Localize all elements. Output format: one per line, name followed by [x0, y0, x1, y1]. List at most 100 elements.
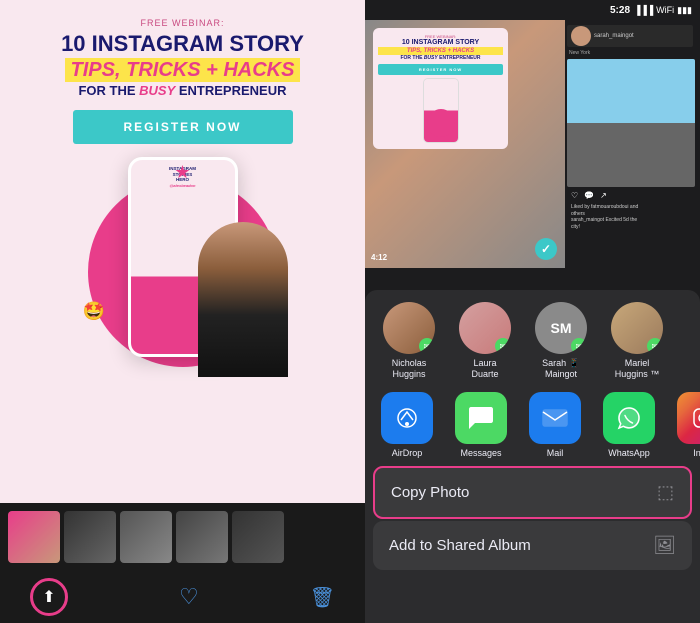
selected-checkmark: ✓: [535, 238, 557, 260]
contact-item-mariel[interactable]: ✉ MarielHuggins ™: [601, 302, 673, 380]
bridge-image: [567, 59, 695, 187]
title-line1: 10 INSTAGRAM STORY: [61, 32, 304, 56]
star-icon: ★: [174, 162, 190, 183]
copy-photo-action[interactable]: Copy Photo ⬚: [373, 466, 692, 519]
app-item-airdrop[interactable]: AirDrop: [373, 392, 441, 458]
share-icon: ⬆: [42, 587, 55, 607]
contact-item-laura[interactable]: ✉ LauraDuarte: [449, 302, 521, 380]
status-icons: ▐▐▐ WiFi ▮▮▮: [634, 5, 692, 16]
card-pink-circle: [427, 109, 455, 137]
app-item-mail[interactable]: Mail: [521, 392, 589, 458]
copy-photo-label: Copy Photo: [391, 484, 469, 501]
main-post-container: FREE WEBINAR: 10 INSTAGRAM STORY TIPS, T…: [365, 20, 565, 290]
message-icon: ✉: [500, 342, 507, 351]
contact-avatar-sarah: SM ✉: [535, 302, 587, 354]
airdrop-icon: [381, 392, 433, 444]
contact-name-sarah: Sarah 📱Maingot: [542, 358, 580, 380]
messages-icon: [455, 392, 507, 444]
message-badge: ✉: [495, 338, 511, 354]
ig-sidebar: sarah_maingot New York ♡ 💬 ↗ Liked by fa…: [565, 20, 695, 290]
ig-username: sarah_maingot: [594, 33, 634, 39]
card-title: 10 INSTAGRAM STORY: [378, 39, 503, 47]
contact-avatar-nicholas: ✉: [383, 302, 435, 354]
ig-comment-icon: 💬: [584, 191, 594, 200]
ig-location: New York: [567, 49, 693, 57]
title-line3-pre: FOR THE: [78, 83, 139, 98]
app-item-whatsapp[interactable]: WhatsApp: [595, 392, 663, 458]
card-subtitle: TIPS, TRICKS + HACKS: [378, 47, 503, 55]
app-name-instagram: Ins...: [693, 448, 700, 458]
thumbnail-item[interactable]: [8, 511, 60, 563]
register-now-button[interactable]: REGISTER NOW: [73, 110, 293, 144]
ig-action-bar: ♡ 💬 ↗: [567, 189, 693, 202]
app-name-messages: Messages: [460, 448, 501, 458]
message-icon: ✉: [424, 342, 431, 351]
ig-avatar: [571, 26, 591, 46]
overlay-card: FREE WEBINAR: 10 INSTAGRAM STORY TIPS, T…: [373, 28, 508, 149]
card-phone-area: [378, 78, 503, 143]
title-line3-post: ENTREPRENEUR: [175, 83, 286, 98]
contact-item-sarah[interactable]: SM ✉ Sarah 📱Maingot: [525, 302, 597, 380]
webinar-label: FREE WEBINAR:: [140, 18, 224, 28]
message-badge: ✉: [647, 338, 663, 354]
message-icon: ✉: [652, 342, 659, 351]
contact-name-nicholas: NicholasHuggins: [392, 358, 427, 380]
ig-share-icon: ↗: [600, 191, 607, 200]
contact-name-laura: LauraDuarte: [471, 358, 498, 380]
whatsapp-icon: [603, 392, 655, 444]
instagram-preview: FREE WEBINAR: 10 INSTAGRAM STORY TIPS, T…: [365, 20, 700, 290]
app-item-messages[interactable]: Messages: [447, 392, 515, 458]
right-panel: 5:28 ▐▐▐ WiFi ▮▮▮ FREE WEBINAR: 10 INSTA…: [365, 0, 700, 623]
video-timer: 4:12: [371, 253, 387, 262]
instagram-icon: [677, 392, 700, 444]
card-phone: [423, 78, 459, 143]
contact-avatar-laura: ✉: [459, 302, 511, 354]
app-item-instagram[interactable]: Ins...: [669, 392, 700, 458]
ig-heart-icon: ♡: [571, 191, 578, 200]
title-line2: TIPS, TRICKS + HACKS: [65, 58, 301, 82]
signal-icon: ▐▐▐: [634, 5, 653, 15]
card-line3: FOR THE busy ENTREPRENEUR: [378, 55, 503, 61]
thumbnail-item[interactable]: [64, 511, 116, 563]
share-sheet: ✉ NicholasHuggins ✉ LauraDuarte SM ✉ Sar…: [365, 290, 700, 623]
thumbnail-strip: [0, 503, 365, 571]
message-badge: ✉: [571, 338, 587, 354]
share-button[interactable]: ⬆: [30, 578, 68, 616]
bottom-bar-left: ⬆ ♡ 🗑: [0, 571, 365, 623]
phone-graphic: INSTAGRAMSTORIESHERO @alexbeadon ★ 🤩: [63, 157, 303, 377]
status-time: 5:28: [610, 5, 630, 16]
ig-post-image: [567, 59, 695, 187]
left-panel: FREE WEBINAR: 10 INSTAGRAM STORY TIPS, T…: [0, 0, 365, 623]
app-name-mail: Mail: [547, 448, 564, 458]
contact-name-mariel: MarielHuggins ™: [615, 358, 660, 380]
checkmark-icon: ✓: [541, 242, 551, 256]
emoji-decoration: 🤩: [83, 301, 105, 322]
title-line3: FOR THE busy ENTREPRENEUR: [61, 84, 304, 98]
thumbnail-item[interactable]: [232, 511, 284, 563]
card-register: REGISTER NOW: [378, 64, 503, 75]
heart-icon[interactable]: ♡: [179, 584, 199, 610]
app-name-airdrop: AirDrop: [392, 448, 423, 458]
title-line3-italic: busy: [139, 83, 175, 98]
contact-initials-sarah: SM: [551, 320, 572, 336]
main-title: 10 INSTAGRAM STORY TIPS, TRICKS + HACKS …: [61, 32, 304, 98]
action-list: Copy Photo ⬚ Add to Shared Album 🖼: [365, 466, 700, 623]
left-content: FREE WEBINAR: 10 INSTAGRAM STORY TIPS, T…: [0, 0, 365, 503]
thumbnail-item[interactable]: [176, 511, 228, 563]
trash-icon[interactable]: 🗑: [310, 585, 335, 610]
app-name-whatsapp: WhatsApp: [608, 448, 650, 458]
thumbnail-item[interactable]: [120, 511, 172, 563]
mail-icon: [529, 392, 581, 444]
person-body: [198, 222, 288, 377]
message-badge: ✉: [419, 338, 435, 354]
battery-icon: ▮▮▮: [677, 5, 692, 16]
add-album-icon: 🖼: [653, 535, 676, 556]
contact-avatar-mariel: ✉: [611, 302, 663, 354]
contact-item-nicholas[interactable]: ✉ NicholasHuggins: [373, 302, 445, 380]
message-icon: ✉: [576, 342, 583, 351]
post-background: FREE WEBINAR: 10 INSTAGRAM STORY TIPS, T…: [365, 20, 565, 268]
add-to-shared-album-action[interactable]: Add to Shared Album 🖼: [373, 521, 692, 570]
ig-caption: Liked by fatmouaroubdoui andotherssarah_…: [567, 204, 693, 230]
apps-row: AirDrop Messages Mail: [365, 388, 700, 466]
ig-header-bar: sarah_maingot: [567, 25, 693, 47]
